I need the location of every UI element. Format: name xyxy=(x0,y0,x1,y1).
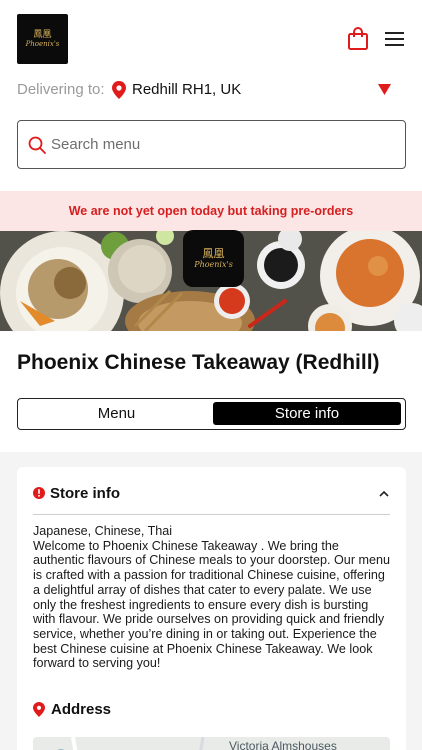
logo-glyphs: 鳳凰 xyxy=(33,30,52,40)
cuisine-list: Japanese, Chinese, Thai xyxy=(33,524,173,538)
search-input[interactable] xyxy=(51,133,391,155)
address-map[interactable]: Victoria Almshouses xyxy=(33,737,390,750)
chevron-up-icon[interactable] xyxy=(379,490,389,497)
caret-down-icon[interactable] xyxy=(378,84,391,95)
delivery-location: Redhill RH1, UK xyxy=(132,81,242,98)
tab-store-info[interactable]: Store info xyxy=(213,402,401,425)
top-bar: 鳳凰 Phoenix's xyxy=(0,0,422,78)
hero-logo-glyphs: 鳳凰 xyxy=(202,247,225,260)
shopping-bag-icon[interactable] xyxy=(347,27,369,51)
search-section xyxy=(0,116,422,192)
description-text: Welcome to Phoenix Chinese Takeaway . We… xyxy=(33,538,391,671)
store-info-section-header[interactable]: Store info xyxy=(33,481,390,515)
preorder-notice: We are not yet open today but taking pre… xyxy=(0,191,422,231)
tab-menu[interactable]: Menu xyxy=(21,402,212,425)
store-info-card: Store info Japanese, Chinese, Thai Welco… xyxy=(17,467,406,750)
delivering-to-label: Delivering to: xyxy=(17,81,105,98)
location-pin-icon xyxy=(112,81,126,99)
tab-bar: Menu Store info xyxy=(17,398,406,430)
map-place-label: Victoria Almshouses xyxy=(229,739,337,750)
hamburger-menu-icon[interactable] xyxy=(385,30,404,48)
restaurant-logo[interactable]: 鳳凰 Phoenix's xyxy=(17,14,68,64)
store-description: Japanese, Chinese, Thai Welcome to Phoen… xyxy=(33,524,393,671)
hero-restaurant-logo: 鳳凰 Phoenix's xyxy=(183,230,244,287)
logo-name: Phoenix's xyxy=(25,40,60,48)
restaurant-name: Phoenix Chinese Takeaway (Redhill) xyxy=(17,351,380,374)
delivery-location-bar[interactable]: Delivering to: Redhill RH1, UK xyxy=(0,78,422,116)
address-heading: Address xyxy=(51,701,112,718)
hero-logo-name: Phoenix's xyxy=(194,260,233,269)
store-info-heading: Store info xyxy=(50,485,120,502)
location-pin-icon xyxy=(33,702,45,717)
search-icon xyxy=(28,136,46,154)
info-icon xyxy=(33,487,45,499)
restaurant-header: Phoenix Chinese Takeaway (Redhill) Menu … xyxy=(0,331,422,452)
preorder-notice-text: We are not yet open today but taking pre… xyxy=(68,204,354,218)
search-box[interactable] xyxy=(17,120,406,169)
